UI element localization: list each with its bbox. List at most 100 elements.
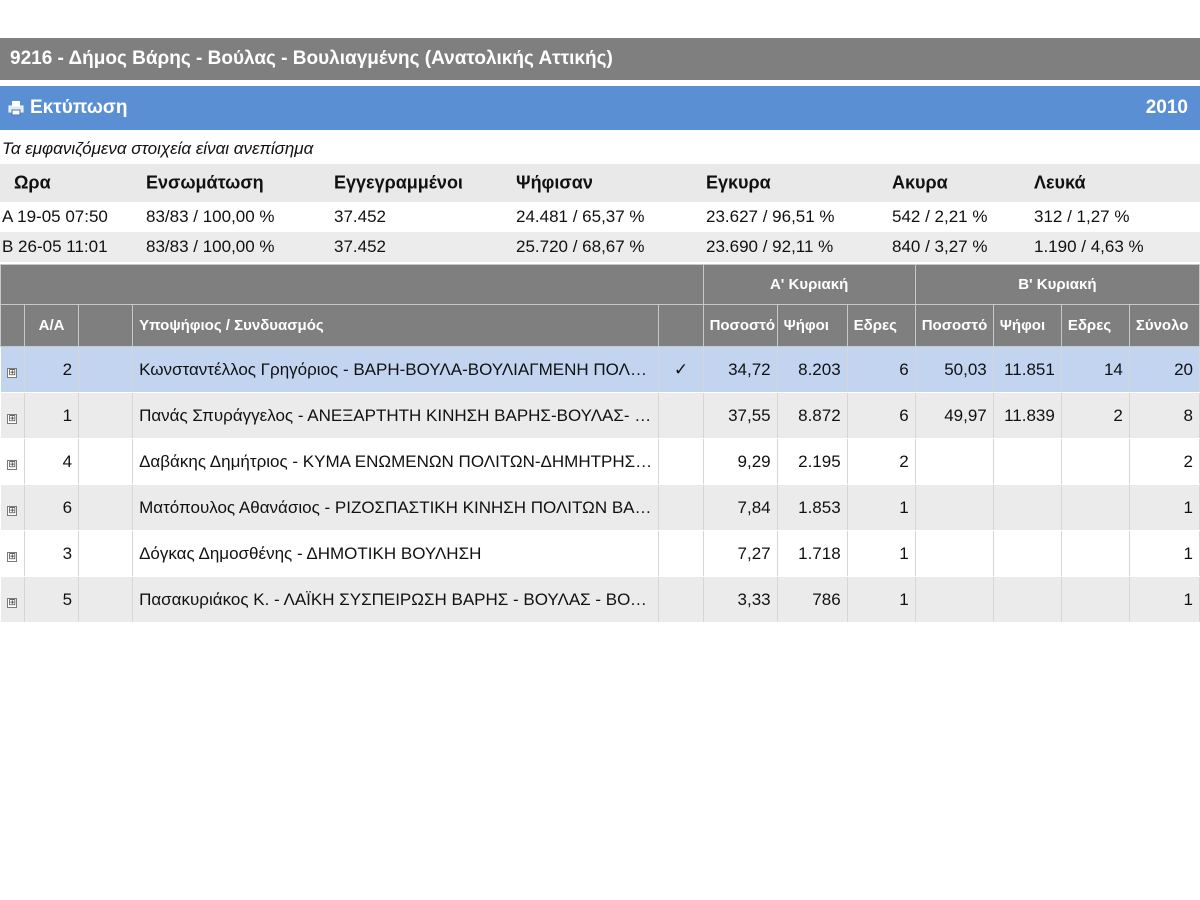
turnout-voted: 25.720 / 68,67 % [516,237,645,256]
cell-candidate: Δόγκας Δημοσθένης - ΔΗΜΟΤΙΚΗ ΒΟΥΛΗΣΗ [132,530,660,577]
column-header-pct2[interactable]: Ποσοστό [914,304,994,347]
turnout-invalid: 542 / 2,21 % [892,207,988,226]
column-header-seats2[interactable]: Εδρες [1060,304,1130,347]
year-label: 2010 [1145,97,1188,118]
toolbar: Εκτύπωση 2010 [0,86,1200,130]
turnout-voted: 24.481 / 65,37 % [516,207,645,226]
cell-candidate: Δαβάκης Δημήτριος - ΚΥΜΑ ΕΝΩΜΕΝΩΝ ΠΟΛΙΤΩ… [132,438,660,485]
expand-icon[interactable]: ⊞ [7,459,18,470]
cell-votes2 [993,484,1062,531]
table-row[interactable]: ⊞ 4 Δαβάκης Δημήτριος - ΚΥΜΑ ΕΝΩΜΕΝΩΝ ΠΟ… [0,438,1200,485]
cell-pct2 [915,438,994,485]
header-integration: Ενσωμάτωση [146,172,264,193]
cell-pct1: 3,33 [703,576,778,623]
cell-total: 1 [1129,576,1200,623]
turnout-summary: Ωρα Ενσωμάτωση Εγγεγραμμένοι Ψήφισαν Εγκ… [0,164,1200,262]
expand-column-header [0,304,26,347]
column-header-votes1[interactable]: Ψήφοι [776,304,848,347]
elected-check-icon [658,530,704,577]
cell-seats2 [1061,576,1130,623]
cell-total: 1 [1129,484,1200,531]
table-row[interactable]: ⊞ 2 Κωνσταντέλλος Γρηγόριος - ΒΑΡΗ-ΒΟΥΛΑ… [0,346,1200,393]
column-header-check [658,304,704,347]
header-invalid: Ακυρα [892,172,948,193]
column-header-pct1[interactable]: Ποσοστό [702,304,778,347]
cell-candidate: Πανάς Σπυράγγελος - ΑΝΕΞΑΡΤΗΤΗ ΚΙΝΗΣΗ ΒΑ… [132,392,660,439]
cell-votes2 [993,438,1062,485]
turnout-time: B 26-05 11:01 [2,237,108,256]
turnout-blank: 1.190 / 4,63 % [1034,237,1144,256]
cell-votes2 [993,576,1062,623]
unofficial-notice: Τα εμφανιζόμενα στοιχεία είναι ανεπίσημα [2,139,314,158]
cell-pct2: 50,03 [915,346,994,393]
column-header-votes2[interactable]: Ψήφοι [992,304,1062,347]
cell-pct1: 7,84 [703,484,778,531]
cell-votes1: 8.872 [777,392,848,439]
column-header-candidate[interactable]: Υποψήφιος / Συνδυασμός [132,304,660,347]
cell-pct2 [915,576,994,623]
elected-check-icon: ✓ [658,346,704,393]
turnout-integration: 83/83 / 100,00 % [146,207,275,226]
group-header-spacer [0,264,704,305]
cell-total: 1 [1129,530,1200,577]
turnout-valid: 23.627 / 96,51 % [706,207,835,226]
expand-icon[interactable]: ⊞ [7,597,18,608]
column-header-row: Α/Α Υποψήφιος / Συνδυασμός Ποσοστό Ψήφοι… [0,304,1200,347]
cell-votes1: 2.195 [777,438,848,485]
expand-icon[interactable]: ⊞ [7,413,18,424]
column-header-aa[interactable]: Α/Α [24,304,80,347]
cell-aa: 1 [24,392,80,439]
column-header-seats1[interactable]: Εδρες [846,304,916,347]
cell-seats1: 1 [847,530,916,577]
table-row[interactable]: ⊞ 1 Πανάς Σπυράγγελος - ΑΝΕΞΑΡΤΗΤΗ ΚΙΝΗΣ… [0,392,1200,439]
column-header-total[interactable]: Σύνολο [1128,304,1200,347]
turnout-row: B 26-05 11:01 83/83 / 100,00 % 37.452 25… [0,232,1200,262]
cell-total: 8 [1129,392,1200,439]
header-registered: Εγγεγραμμένοι [334,172,463,193]
cell-aa: 5 [24,576,80,623]
turnout-blank: 312 / 1,27 % [1034,207,1130,226]
cell-seats2: 14 [1061,346,1130,393]
table-row[interactable]: ⊞ 3 Δόγκας Δημοσθένης - ΔΗΜΟΤΙΚΗ ΒΟΥΛΗΣΗ… [0,530,1200,577]
cell-seats1: 1 [847,576,916,623]
column-header-spacer [78,304,134,347]
cell-seats1: 6 [847,392,916,439]
cell-aa: 6 [24,484,80,531]
cell-total: 2 [1129,438,1200,485]
header-voted: Ψήφισαν [516,172,593,193]
cell-votes1: 786 [777,576,848,623]
turnout-registered: 37.452 [334,207,386,226]
cell-candidate: Πασακυριάκος Κ. - ΛΑΪΚΗ ΣΥΣΠΕΙΡΩΣΗ ΒΑΡΗΣ… [132,576,660,623]
second-sunday-header: Β' Κυριακή [914,264,1200,305]
table-row[interactable]: ⊞ 6 Ματόπουλος Αθανάσιος - ΡΙΖΟΣΠΑΣΤΙΚΗ … [0,484,1200,531]
cell-votes1: 8.203 [777,346,848,393]
first-sunday-header: Α' Κυριακή [702,264,916,305]
group-header-row: Α' Κυριακή Β' Κυριακή [0,264,1200,305]
cell-seats1: 6 [847,346,916,393]
cell-votes2: 11.851 [993,346,1062,393]
cell-candidate: Κωνσταντέλλος Γρηγόριος - ΒΑΡΗ-ΒΟΥΛΑ-ΒΟΥ… [132,346,660,393]
results-table: Α' Κυριακή Β' Κυριακή Α/Α Υποψήφιος / Συ… [0,264,1200,623]
print-button[interactable]: Εκτύπωση [8,97,127,119]
cell-pct1: 9,29 [703,438,778,485]
turnout-header-row: Ωρα Ενσωμάτωση Εγγεγραμμένοι Ψήφισαν Εγκ… [0,164,1200,202]
expand-icon[interactable]: ⊞ [7,367,18,378]
turnout-time: A 19-05 07:50 [2,207,108,226]
cell-seats2 [1061,530,1130,577]
turnout-integration: 83/83 / 100,00 % [146,237,275,256]
table-row[interactable]: ⊞ 5 Πασακυριάκος Κ. - ΛΑΪΚΗ ΣΥΣΠΕΙΡΩΣΗ Β… [0,576,1200,623]
cell-votes1: 1.718 [777,530,848,577]
elected-check-icon [658,392,704,439]
cell-seats2: 2 [1061,392,1130,439]
cell-pct2 [915,530,994,577]
turnout-row: A 19-05 07:50 83/83 / 100,00 % 37.452 24… [0,202,1200,232]
cell-pct1: 7,27 [703,530,778,577]
expand-icon[interactable]: ⊞ [7,505,18,516]
expand-icon[interactable]: ⊞ [7,551,18,562]
cell-votes1: 1.853 [777,484,848,531]
cell-pct2 [915,484,994,531]
cell-aa: 3 [24,530,80,577]
turnout-valid: 23.690 / 92,11 % [706,237,834,256]
turnout-registered: 37.452 [334,237,386,256]
cell-seats2 [1061,438,1130,485]
